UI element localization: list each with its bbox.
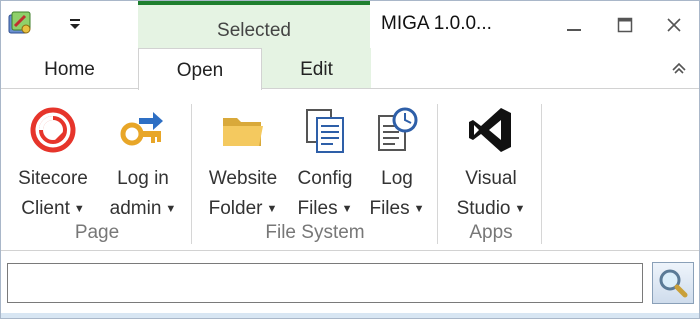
log-in-admin-button[interactable]: Log in admin ▼ [101,89,185,227]
config-files-label-2: Files ▼ [297,198,353,219]
log-in-admin-label-1: Log in [117,168,169,189]
status-strip [1,313,699,318]
group-separator [437,104,438,244]
app-window: Selected MIGA 1.0.0... Home Open Edit Si… [0,0,700,319]
log-files-label-2: Files ▼ [369,198,425,219]
dropdown-arrow-icon: ▼ [341,203,353,215]
chevron-up-icon [672,62,686,74]
qat-dropdown-icon [70,19,80,29]
tab-home[interactable]: Home [1,48,138,88]
ribbon-panel: Sitecore Client ▼ Log in admin ▼ Page Webs… [1,88,699,251]
title-bar: Selected MIGA 1.0.0... [1,1,699,48]
documents-icon [306,109,344,153]
visual-studio-icon [469,108,511,152]
sitecore-client-label-1: Sitecore [18,168,88,189]
website-folder-label-1: Website [208,168,278,189]
log-in-admin-label-2: admin ▼ [109,198,177,219]
context-tab-header: Selected [138,1,370,48]
app-icon[interactable] [7,10,33,36]
key-icon [120,112,163,146]
close-icon [667,18,681,32]
close-button[interactable] [652,9,696,41]
quick-access-dropdown-button[interactable] [63,14,87,34]
search-button[interactable] [652,262,694,304]
folder-icon [223,118,263,146]
log-files-button[interactable]: Log Files ▼ [363,89,431,227]
group-label-file-system: File System [265,222,365,243]
sitecore-logo-icon [30,107,76,153]
group-separator [191,104,192,244]
dropdown-arrow-icon: ▼ [514,203,526,215]
config-files-label-1: Config [297,168,353,189]
tab-open[interactable]: Open [138,48,262,90]
sitecore-client-label-2: Client ▼ [21,198,85,219]
group-label-page: Page [74,222,120,243]
group-separator [541,104,542,244]
minimize-icon [567,29,581,31]
log-files-label-1: Log [381,168,413,189]
dropdown-arrow-icon: ▼ [73,203,85,215]
sitecore-client-button[interactable]: Sitecore Client ▼ [7,89,99,227]
log-clock-icon [378,107,418,151]
tab-edit[interactable]: Edit [262,48,371,88]
search-icon [659,269,688,298]
website-folder-label-2: Folder ▼ [208,198,278,219]
search-input[interactable] [7,263,643,303]
minimize-button[interactable] [552,9,596,41]
dropdown-arrow-icon: ▼ [413,203,425,215]
maximize-icon [617,17,633,33]
config-files-button[interactable]: Config Files ▼ [289,89,361,227]
collapse-ribbon-button[interactable] [669,58,689,78]
dropdown-arrow-icon: ▼ [266,203,278,215]
visual-studio-label-2: Studio ▼ [456,198,526,219]
group-label-apps: Apps [469,222,513,243]
ribbon-tab-row: Home Open Edit [1,48,699,90]
website-folder-button[interactable]: Website Folder ▼ [199,89,287,227]
maximize-button[interactable] [603,9,647,41]
visual-studio-label-1: Visual [465,168,517,189]
dropdown-arrow-icon: ▼ [165,203,177,215]
visual-studio-button[interactable]: Visual Studio ▼ [445,89,537,227]
window-title: MIGA 1.0.0... [381,13,492,34]
